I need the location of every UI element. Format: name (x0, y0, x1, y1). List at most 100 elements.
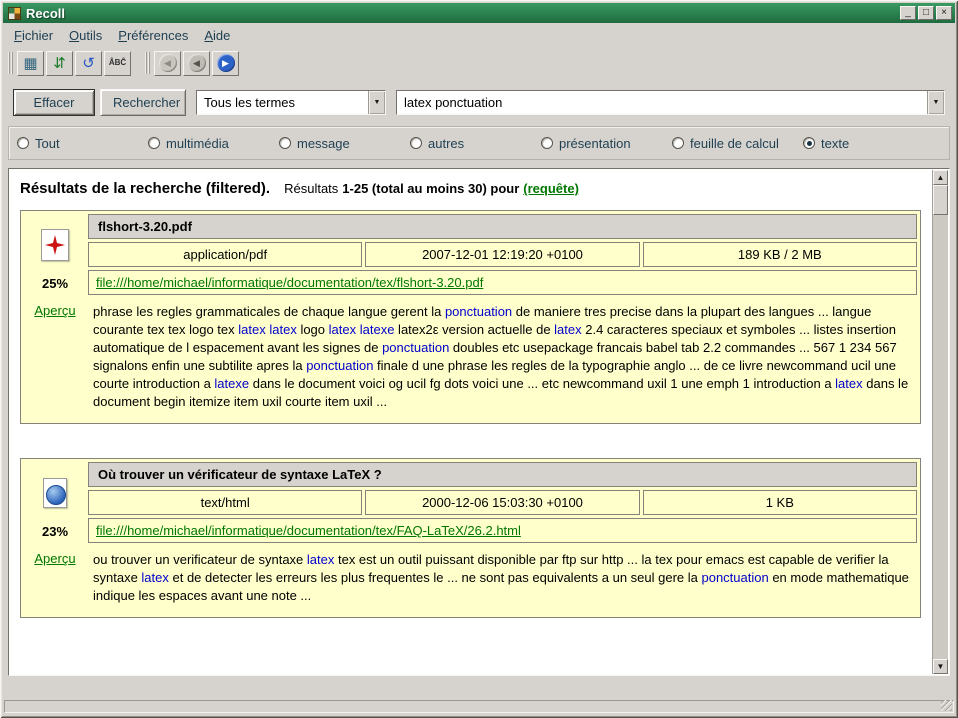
previous-page-button[interactable]: ◀ (183, 51, 210, 76)
result-title: Où trouver un vérificateur de syntaxe La… (88, 462, 917, 487)
search-button[interactable]: Rechercher (100, 89, 186, 116)
preview-link[interactable]: Aperçu (34, 551, 75, 566)
close-button[interactable]: × (936, 6, 952, 20)
term-explorer-button[interactable]: ÂBĈ (104, 51, 131, 76)
filter-label: Tout (35, 136, 60, 151)
highlighted-term: ponctuation (306, 358, 373, 373)
relevance-percent: 23% (42, 524, 68, 539)
result-main: flshort-3.20.pdf application/pdf 2007-12… (88, 214, 917, 420)
filter-radio-presentation[interactable]: présentation (541, 136, 672, 151)
filter-radio-feuille-de-calcul[interactable]: feuille de calcul (672, 136, 803, 151)
highlighted-term: latex (141, 570, 168, 585)
menu-item-preferences[interactable]: Préférences (110, 26, 196, 45)
mode-dropdown-button[interactable]: ▼ (368, 91, 385, 114)
radio-icon (541, 137, 553, 149)
toolbar: ▦ ⇵ ↺ ÂBĈ ◀ ◀ ▶ (8, 48, 253, 78)
highlighted-term: ponctuation (701, 570, 768, 585)
titlebar[interactable]: Recoll _ □ × (3, 3, 955, 23)
search-row: Effacer Rechercher Tous les termes ▼ ▼ (13, 88, 945, 116)
filter-label: message (297, 136, 350, 151)
result-mime: text/html (88, 490, 362, 515)
filter-label: feuille de calcul (690, 136, 779, 151)
highlighted-term: latex (269, 322, 296, 337)
maximize-button[interactable]: □ (918, 6, 934, 20)
result-snippet: phrase les regles grammaticales de chaqu… (88, 298, 917, 420)
results-heading-row: Résultats de la recherche (filtered). Rés… (14, 176, 927, 210)
highlighted-term: latex (835, 376, 862, 391)
results-scrollbar[interactable]: ▲ ▼ (932, 170, 948, 674)
query-link[interactable]: (requête) (523, 181, 579, 196)
search-mode-value: Tous les termes (197, 95, 368, 110)
result-meta-row: application/pdf 2007-12-01 12:19:20 +010… (88, 242, 917, 267)
results-content: Résultats de la recherche (filtered). Rés… (10, 170, 931, 674)
menu-item-aide[interactable]: Aide (196, 26, 238, 45)
results-panel: Résultats de la recherche (filtered). Rés… (8, 168, 950, 676)
sort-by-date-button[interactable]: ⇵ (46, 51, 73, 76)
highlighted-term: latexe (360, 322, 395, 337)
filter-radio-message[interactable]: message (279, 136, 410, 151)
window-controls: _ □ × (900, 6, 952, 20)
search-query-combobox[interactable]: ▼ (396, 90, 945, 115)
menubar: FichierOutilsPréférencesAide (6, 25, 952, 46)
document-history-button[interactable]: ↺ (75, 51, 102, 76)
recoll-window: Recoll _ □ × FichierOutilsPréférencesAid… (0, 0, 958, 718)
result-mime: application/pdf (88, 242, 362, 267)
sort-by-date-icon: ⇵ (53, 56, 66, 71)
resize-grip[interactable] (941, 700, 952, 711)
first-page-button[interactable]: ◀ (154, 51, 181, 76)
radio-icon (279, 137, 291, 149)
result-snippet: ou trouver un verificateur de syntaxe la… (88, 546, 917, 614)
results-title: Résultats de la recherche (filtered). (20, 180, 270, 197)
chevron-down-icon: ▼ (374, 99, 381, 106)
previous-page-icon: ◀ (188, 54, 206, 72)
result-url-row: file:///home/michael/informatique/docume… (88, 270, 917, 295)
filter-label: texte (821, 136, 849, 151)
result-title: flshort-3.20.pdf (88, 214, 917, 239)
result-meta-row: text/html 2000-12-06 15:03:30 +0100 1 KB (88, 490, 917, 515)
filter-radio-autres[interactable]: autres (410, 136, 541, 151)
results-summary: Résultats1-25 (total au moins 30) pour(r… (284, 181, 579, 196)
arrow-up-icon: ▲ (937, 174, 945, 182)
arrow-down-icon: ▼ (937, 663, 945, 671)
search-query-input[interactable] (397, 95, 927, 110)
clear-button[interactable]: Effacer (13, 89, 95, 116)
next-page-icon: ▶ (217, 54, 235, 72)
highlighted-term: latex (554, 322, 581, 337)
minimize-button[interactable]: _ (900, 6, 916, 20)
menu-item-fichier[interactable]: Fichier (6, 26, 61, 45)
filter-radio-texte[interactable]: texte (803, 136, 849, 151)
clear-search-button[interactable]: ▦ (17, 51, 44, 76)
radio-icon (672, 137, 684, 149)
chevron-down-icon: ▼ (933, 99, 940, 106)
scroll-down-button[interactable]: ▼ (933, 659, 948, 674)
clear-search-icon: ▦ (23, 56, 37, 71)
filter-label: autres (428, 136, 464, 151)
status-bar (4, 700, 954, 713)
radio-icon (410, 137, 422, 149)
scroll-up-button[interactable]: ▲ (933, 170, 948, 185)
toolbar-handle[interactable] (8, 52, 13, 74)
preview-link[interactable]: Aperçu (34, 303, 75, 318)
highlighted-term: latexe (214, 376, 249, 391)
result-url-link[interactable]: file:///home/michael/informatique/docume… (96, 523, 521, 538)
summary-count: 1-25 (total au moins 30) pour (342, 181, 519, 196)
highlighted-term: latex (329, 322, 356, 337)
result-left-column: 23% Aperçu (24, 462, 86, 614)
toolbar-handle[interactable] (145, 52, 150, 74)
result-main: Où trouver un vérificateur de syntaxe La… (88, 462, 917, 614)
search-mode-combobox[interactable]: Tous les termes ▼ (196, 90, 386, 115)
document-history-icon: ↺ (82, 56, 95, 71)
toolbar-group-nav: ◀ ◀ ▶ (154, 51, 239, 76)
doc-type-icon (37, 474, 73, 512)
result-date: 2000-12-06 15:03:30 +0100 (365, 490, 639, 515)
result-size: 1 KB (643, 490, 917, 515)
filter-radio-multimedia[interactable]: multimédia (148, 136, 279, 151)
result-left-column: 25% Aperçu (24, 214, 86, 420)
filter-radio-tout[interactable]: Tout (17, 136, 148, 151)
next-page-button[interactable]: ▶ (212, 51, 239, 76)
radio-icon (148, 137, 160, 149)
menu-item-outils[interactable]: Outils (61, 26, 110, 45)
result-url-link[interactable]: file:///home/michael/informatique/docume… (96, 275, 483, 290)
query-dropdown-button[interactable]: ▼ (927, 91, 944, 114)
scrollbar-thumb[interactable] (933, 185, 948, 215)
